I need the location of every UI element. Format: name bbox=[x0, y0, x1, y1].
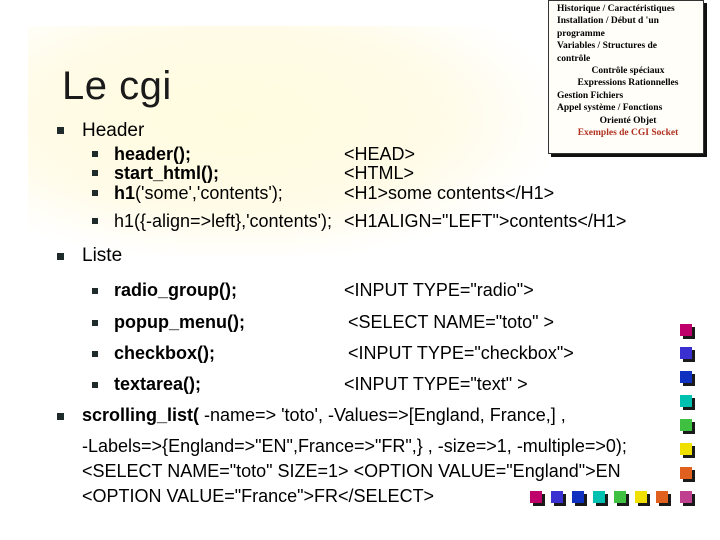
header-func: header(); bbox=[114, 144, 192, 164]
scrolling-list-func: scrolling_list( bbox=[82, 405, 200, 425]
decor-square-icon bbox=[680, 395, 692, 407]
nav-item-variables-cont[interactable]: contrôle bbox=[557, 53, 699, 65]
liste-func: popup_menu(); bbox=[114, 312, 245, 332]
decor-square-icon bbox=[680, 371, 692, 383]
decor-square-icon bbox=[680, 443, 692, 455]
bullet-square-icon bbox=[57, 413, 64, 420]
decor-square-icon bbox=[680, 324, 692, 336]
scrolling-list-line4: <OPTION VALUE="France">FR</SELECT> bbox=[82, 486, 435, 506]
bullet-square-icon bbox=[57, 253, 64, 260]
header-html: <H1ALIGN="LEFT">contents</H1> bbox=[344, 211, 627, 231]
liste-html: <INPUT TYPE="checkbox"> bbox=[348, 343, 574, 363]
nav-item-installation[interactable]: Installation / Début d 'un bbox=[557, 15, 699, 27]
bullet-square-icon bbox=[92, 351, 98, 357]
liste-html: <SELECT NAME="toto" > bbox=[348, 312, 555, 332]
bullet-square-icon bbox=[92, 190, 98, 196]
decor-square-icon bbox=[593, 491, 605, 503]
header-html: <HTML> bbox=[344, 163, 415, 183]
scrolling-list-line1: scrolling_list( -name=> 'toto', -Values=… bbox=[82, 405, 566, 426]
slide-title: Le cgi bbox=[62, 64, 172, 108]
bullet-square-icon bbox=[92, 382, 98, 388]
scrolling-list-line2: -Labels=>{England=>"EN",France=>"FR",} ,… bbox=[82, 436, 627, 456]
nav-item-appel-systeme[interactable]: Appel système / Fonctions bbox=[557, 102, 699, 114]
nav-item-fichiers[interactable]: Gestion Fichiers bbox=[557, 90, 699, 102]
section-liste-label: Liste bbox=[82, 245, 123, 266]
nav-item-historique[interactable]: Historique / Caractéristiques bbox=[557, 3, 699, 15]
h1-args: ('some','contents'); bbox=[135, 183, 283, 203]
decor-square-icon bbox=[635, 491, 647, 503]
decor-square-icon bbox=[680, 347, 692, 359]
nav-item-installation-cont[interactable]: programme bbox=[557, 28, 699, 40]
decor-square-icon bbox=[680, 419, 692, 431]
header-html: <H1>some contents</H1> bbox=[344, 183, 555, 203]
navigation-menu: Historique / Caractéristiques Installati… bbox=[548, 0, 704, 154]
decor-square-icon bbox=[680, 491, 692, 503]
nav-item-variables[interactable]: Variables / Structures de bbox=[557, 40, 699, 52]
header-html: <HEAD> bbox=[344, 144, 416, 164]
liste-func: textarea(); bbox=[114, 374, 202, 394]
section-header-label: Header bbox=[82, 120, 145, 141]
nav-item-oriente-objet[interactable]: Orienté Objet bbox=[557, 115, 699, 127]
bullet-square-icon bbox=[92, 218, 98, 224]
bullet-square-icon bbox=[92, 288, 98, 294]
nav-item-controle-speciaux[interactable]: Contrôle spéciaux bbox=[557, 65, 699, 77]
nav-item-exemples[interactable]: Exemples de CGI Socket bbox=[557, 127, 699, 139]
scrolling-list-line3: <SELECT NAME="toto" SIZE=1> <OPTION VALU… bbox=[82, 461, 621, 481]
decor-square-icon bbox=[680, 467, 692, 479]
liste-html: <INPUT TYPE="text" > bbox=[344, 374, 528, 394]
liste-func: radio_group(); bbox=[114, 280, 237, 300]
bullet-square-icon bbox=[92, 320, 98, 326]
decor-square-icon bbox=[656, 491, 668, 503]
liste-html: <INPUT TYPE="radio"> bbox=[344, 280, 534, 300]
bullet-square-icon bbox=[57, 127, 64, 134]
scrolling-list-args: -name=> 'toto', -Values=>[England, Franc… bbox=[199, 405, 566, 425]
decor-square-icon bbox=[572, 491, 584, 503]
decor-square-icon bbox=[551, 491, 563, 503]
bullet-square-icon bbox=[92, 151, 98, 157]
nav-item-expressions[interactable]: Expressions Rationnelles bbox=[557, 77, 699, 89]
decor-square-icon bbox=[530, 491, 542, 503]
header-func: h1('some','contents'); bbox=[114, 183, 283, 203]
bullet-square-icon bbox=[92, 170, 98, 176]
header-func: h1({-align=>left},'contents'); bbox=[114, 211, 333, 231]
decor-square-icon bbox=[614, 491, 626, 503]
liste-func: checkbox(); bbox=[114, 343, 216, 363]
header-func: start_html(); bbox=[114, 163, 220, 183]
